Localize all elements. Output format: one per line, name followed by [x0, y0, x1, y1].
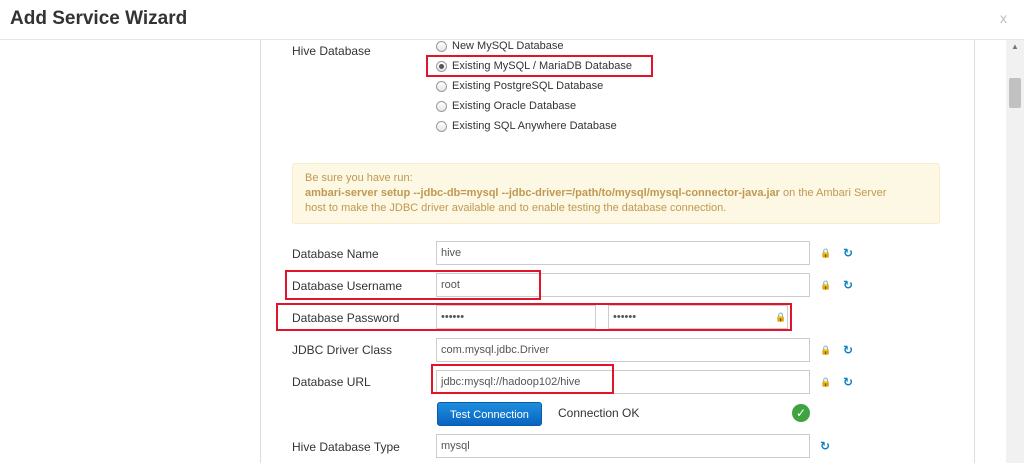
scroll-thumb[interactable]	[1009, 78, 1021, 108]
alert-after-command: on the Ambari Server	[779, 187, 887, 199]
test-connection-button[interactable]: Test Connection	[437, 402, 542, 426]
modal-title: Add Service Wizard	[10, 8, 188, 29]
jdbc-driver-class-input[interactable]: com.mysql.jdbc.Driver	[436, 338, 810, 362]
lock-icon[interactable]: 🔒	[820, 248, 831, 259]
radio-existing-postgresql[interactable]: Existing PostgreSQL Database	[436, 80, 603, 92]
radio-button[interactable]	[436, 80, 447, 92]
database-name-label: Database Name	[292, 247, 379, 261]
alert-command: ambari-server setup --jdbc-db=mysql --jd…	[305, 187, 780, 199]
refresh-icon[interactable]: ↻	[843, 278, 853, 292]
close-icon[interactable]: x	[1000, 10, 1007, 26]
modal-header: Add Service Wizard x	[0, 0, 1024, 40]
jdbc-driver-class-label: JDBC Driver Class	[292, 343, 393, 357]
radio-label: Existing PostgreSQL Database	[452, 80, 604, 92]
lock-icon[interactable]: 🔒	[820, 377, 831, 388]
check-circle-icon: ✓	[792, 404, 810, 422]
alert-line3: host to make the JDBC driver available a…	[305, 202, 727, 214]
alert-line1: Be sure you have run:	[305, 172, 413, 184]
hive-database-type-label: Hive Database Type	[292, 440, 400, 454]
lock-icon[interactable]: 🔒	[820, 280, 831, 291]
scroll-up-arrow-icon[interactable]: ▲	[1006, 40, 1024, 54]
radio-existing-sql-anywhere[interactable]: Existing SQL Anywhere Database	[436, 120, 617, 132]
radio-label: Existing Oracle Database	[452, 100, 577, 112]
refresh-icon[interactable]: ↻	[843, 246, 853, 260]
radio-label: Existing SQL Anywhere Database	[452, 120, 617, 132]
database-name-input[interactable]: hive	[436, 241, 810, 265]
radio-label: New MySQL Database	[452, 40, 564, 52]
radio-button[interactable]	[436, 40, 447, 52]
database-url-label: Database URL	[292, 375, 371, 389]
hive-database-type-input[interactable]: mysql	[436, 434, 810, 458]
highlight-box	[285, 270, 541, 300]
lock-icon[interactable]: 🔒	[820, 345, 831, 356]
refresh-icon[interactable]: ↻	[843, 375, 853, 389]
hive-database-label: Hive Database	[292, 44, 371, 58]
radio-button[interactable]	[436, 100, 447, 112]
connection-status-text: Connection OK	[558, 406, 640, 420]
radio-new-mysql[interactable]: New MySQL Database	[436, 40, 563, 52]
scrollbar[interactable]: ▲	[1006, 40, 1024, 463]
radio-button[interactable]	[436, 120, 447, 132]
refresh-icon[interactable]: ↻	[843, 343, 853, 357]
jdbc-warning-alert: Be sure you have run: ambari-server setu…	[292, 163, 940, 224]
highlight-box	[426, 55, 653, 77]
radio-existing-oracle[interactable]: Existing Oracle Database	[436, 100, 576, 112]
highlight-box	[276, 303, 792, 331]
highlight-box	[431, 364, 614, 394]
refresh-icon[interactable]: ↻	[820, 439, 830, 453]
